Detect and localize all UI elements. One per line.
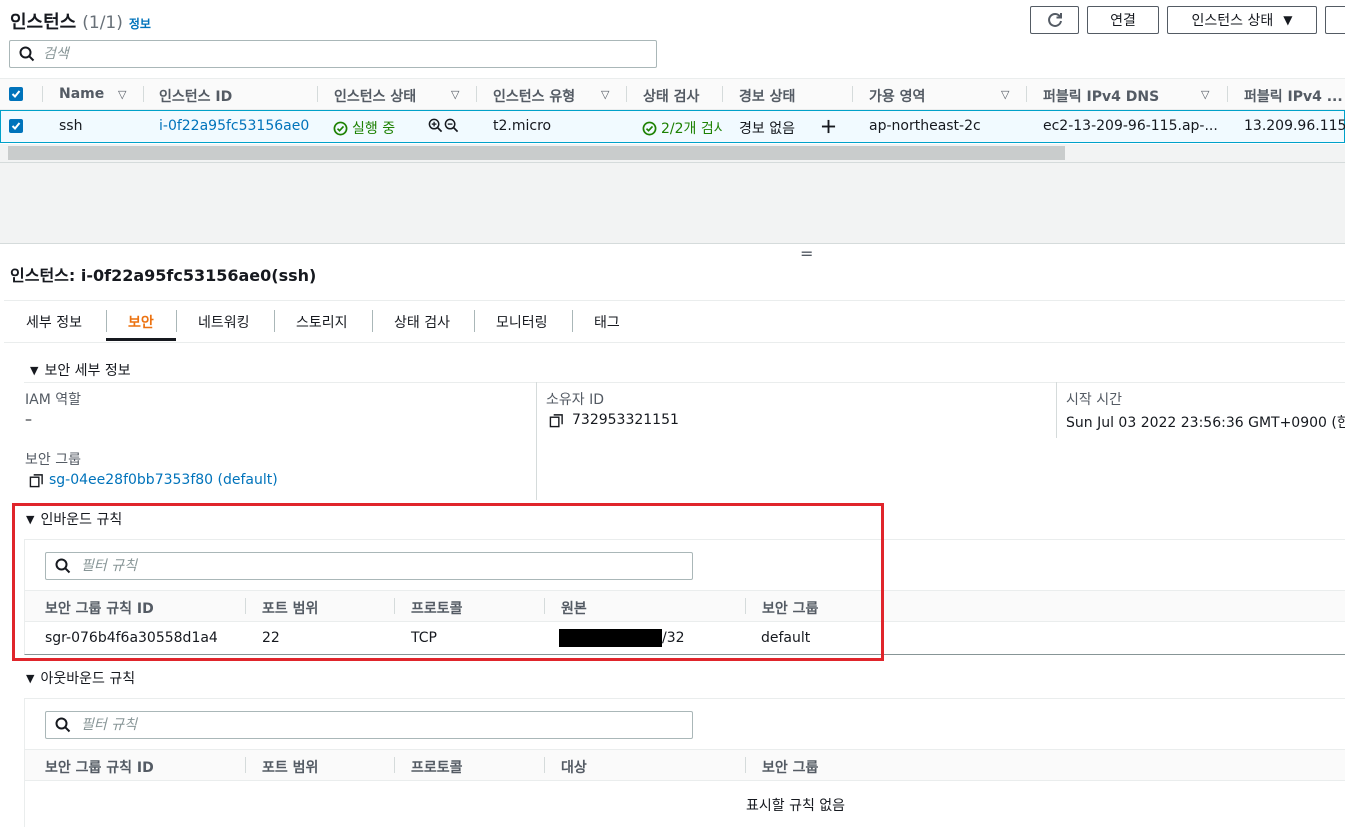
info-link[interactable]: 정보 (129, 15, 151, 32)
tab-tags[interactable]: 태그 (594, 312, 620, 332)
sort-caret-icon[interactable]: ▽ (1201, 88, 1209, 101)
outbound-col-port[interactable]: 포트 범위 (262, 757, 318, 777)
highlight-box (12, 503, 884, 661)
outbound-empty-message: 표시할 규칙 없음 (746, 798, 846, 814)
owner-id-value: 732953321151 (572, 412, 679, 428)
select-all-checkbox[interactable] (9, 87, 23, 101)
column-header-status-check[interactable]: 상태 검사 (643, 86, 699, 106)
search-input[interactable] (43, 46, 656, 62)
copy-icon[interactable] (29, 473, 44, 488)
owner-id-label: 소유자 ID (546, 392, 604, 408)
caret-down-icon: ▼ (1283, 13, 1293, 27)
search-bar[interactable] (9, 40, 657, 68)
check-circle-icon (333, 121, 348, 135)
outbound-col-rule-id[interactable]: 보안 그룹 규칙 ID (45, 757, 154, 777)
outbound-col-protocol[interactable]: 프로토콜 (411, 757, 463, 777)
security-group: sg-04ee28f0bb7353f80 (default) (29, 472, 278, 488)
outbound-col-destination[interactable]: 대상 (561, 757, 587, 777)
cell-alarm-status: 경보 없음 (739, 121, 795, 137)
owner-id: 732953321151 (549, 412, 679, 428)
split-panel-gap (0, 162, 1345, 244)
outbound-col-security-group[interactable]: 보안 그룹 (762, 757, 818, 777)
security-details-heading: 보안 세부 정보 (44, 363, 131, 379)
column-header-instance-id[interactable]: 인스턴스 ID (159, 86, 232, 106)
tab-security[interactable]: 보안 (128, 312, 154, 332)
check-icon (11, 122, 21, 130)
cell-public-ip: 13.209.96.115 (1244, 118, 1345, 134)
cell-name: ssh (59, 118, 83, 134)
column-header-instance-state[interactable]: 인스턴스 상태 (334, 86, 416, 106)
instance-count: (1/1) (82, 13, 123, 33)
instance-id-link[interactable]: i-0f22a95fc53156ae0 (159, 118, 309, 134)
state-indicator: 실행 중 (333, 118, 395, 138)
cell-public-dns: ec2-13-209-96-115.ap-... (1043, 118, 1218, 134)
search-icon (55, 717, 71, 733)
instance-state-label: 인스턴스 상태 (1191, 13, 1274, 29)
outbound-header-row (25, 749, 1345, 781)
plus-icon[interactable] (821, 119, 836, 134)
launch-time-label: 시작 시간 (1066, 392, 1122, 408)
outbound-rules-heading: 아웃바운드 규칙 (40, 671, 136, 687)
zoom-out-icon[interactable] (444, 118, 459, 133)
security-group-link[interactable]: sg-04ee28f0bb7353f80 (default) (49, 472, 278, 488)
resize-handle[interactable]: = (800, 244, 813, 263)
cell-availability-zone: ap-northeast-2c (869, 118, 981, 134)
column-header-public-dns[interactable]: 퍼블릭 IPv4 DNS (1043, 86, 1159, 106)
column-header-public-ip[interactable]: 퍼블릭 IPv4 ... (1244, 86, 1343, 106)
search-icon (19, 46, 35, 62)
page-header: 인스턴스 (1/1) 정보 (10, 8, 151, 34)
scrollbar-thumb[interactable] (8, 146, 1065, 160)
connect-button[interactable]: 연결 (1087, 6, 1159, 34)
launch-time-value: Sun Jul 03 2022 23:56:36 GMT+0900 (한국 표준… (1066, 415, 1345, 431)
iam-role-value: – (25, 412, 32, 428)
zoom-in-icon[interactable] (428, 118, 443, 133)
outbound-rules-toggle[interactable]: ▼ 아웃바운드 규칙 (26, 668, 135, 688)
page-title: 인스턴스 (10, 12, 77, 33)
check-icon (11, 90, 21, 98)
sort-caret-icon[interactable]: ▽ (601, 88, 609, 101)
refresh-icon (1047, 12, 1062, 27)
status-check-indicator[interactable]: 2/2개 검사 (642, 118, 722, 138)
caret-down-icon: ▼ (30, 363, 39, 377)
outbound-filter-input[interactable] (81, 717, 692, 733)
column-header-name[interactable]: Name (59, 86, 104, 102)
state-text: 실행 중 (352, 121, 396, 137)
iam-role-label: IAM 역할 (25, 392, 81, 408)
horizontal-scrollbar[interactable] (0, 144, 1345, 162)
tab-status-checks[interactable]: 상태 검사 (394, 312, 450, 332)
outbound-filter[interactable] (45, 711, 693, 739)
security-details-toggle[interactable]: ▼ 보안 세부 정보 (30, 360, 131, 380)
refresh-button[interactable] (1030, 6, 1079, 34)
copy-icon[interactable] (549, 413, 564, 428)
sort-caret-icon[interactable]: ▽ (1001, 88, 1009, 101)
tab-storage[interactable]: 스토리지 (296, 312, 348, 332)
check-circle-icon (642, 121, 657, 135)
tab-details[interactable]: 세부 정보 (26, 312, 82, 332)
active-tab-underline (106, 338, 176, 341)
row-checkbox[interactable] (9, 119, 23, 133)
column-header-availability-zone[interactable]: 가용 영역 (869, 86, 925, 106)
actions-button[interactable] (1325, 6, 1345, 34)
caret-down-icon: ▼ (26, 671, 35, 685)
zoom-controls (428, 118, 459, 133)
sort-caret-icon[interactable]: ▽ (451, 88, 459, 101)
sort-caret-icon[interactable]: ▽ (118, 88, 126, 101)
tab-networking[interactable]: 네트워킹 (198, 312, 250, 332)
instance-state-button[interactable]: 인스턴스 상태 ▼ (1167, 6, 1317, 34)
detail-title: 인스턴스: i-0f22a95fc53156ae0(ssh) (10, 266, 317, 285)
status-check-text: 2/2개 검사 (661, 121, 722, 137)
connect-label: 연결 (1110, 13, 1136, 29)
column-header-alarm-status[interactable]: 경보 상태 (739, 86, 795, 106)
cell-instance-type: t2.micro (493, 118, 552, 134)
column-header-instance-type[interactable]: 인스턴스 유형 (493, 86, 575, 106)
tab-monitoring[interactable]: 모니터링 (496, 312, 548, 332)
security-group-label: 보안 그룹 (25, 452, 81, 468)
